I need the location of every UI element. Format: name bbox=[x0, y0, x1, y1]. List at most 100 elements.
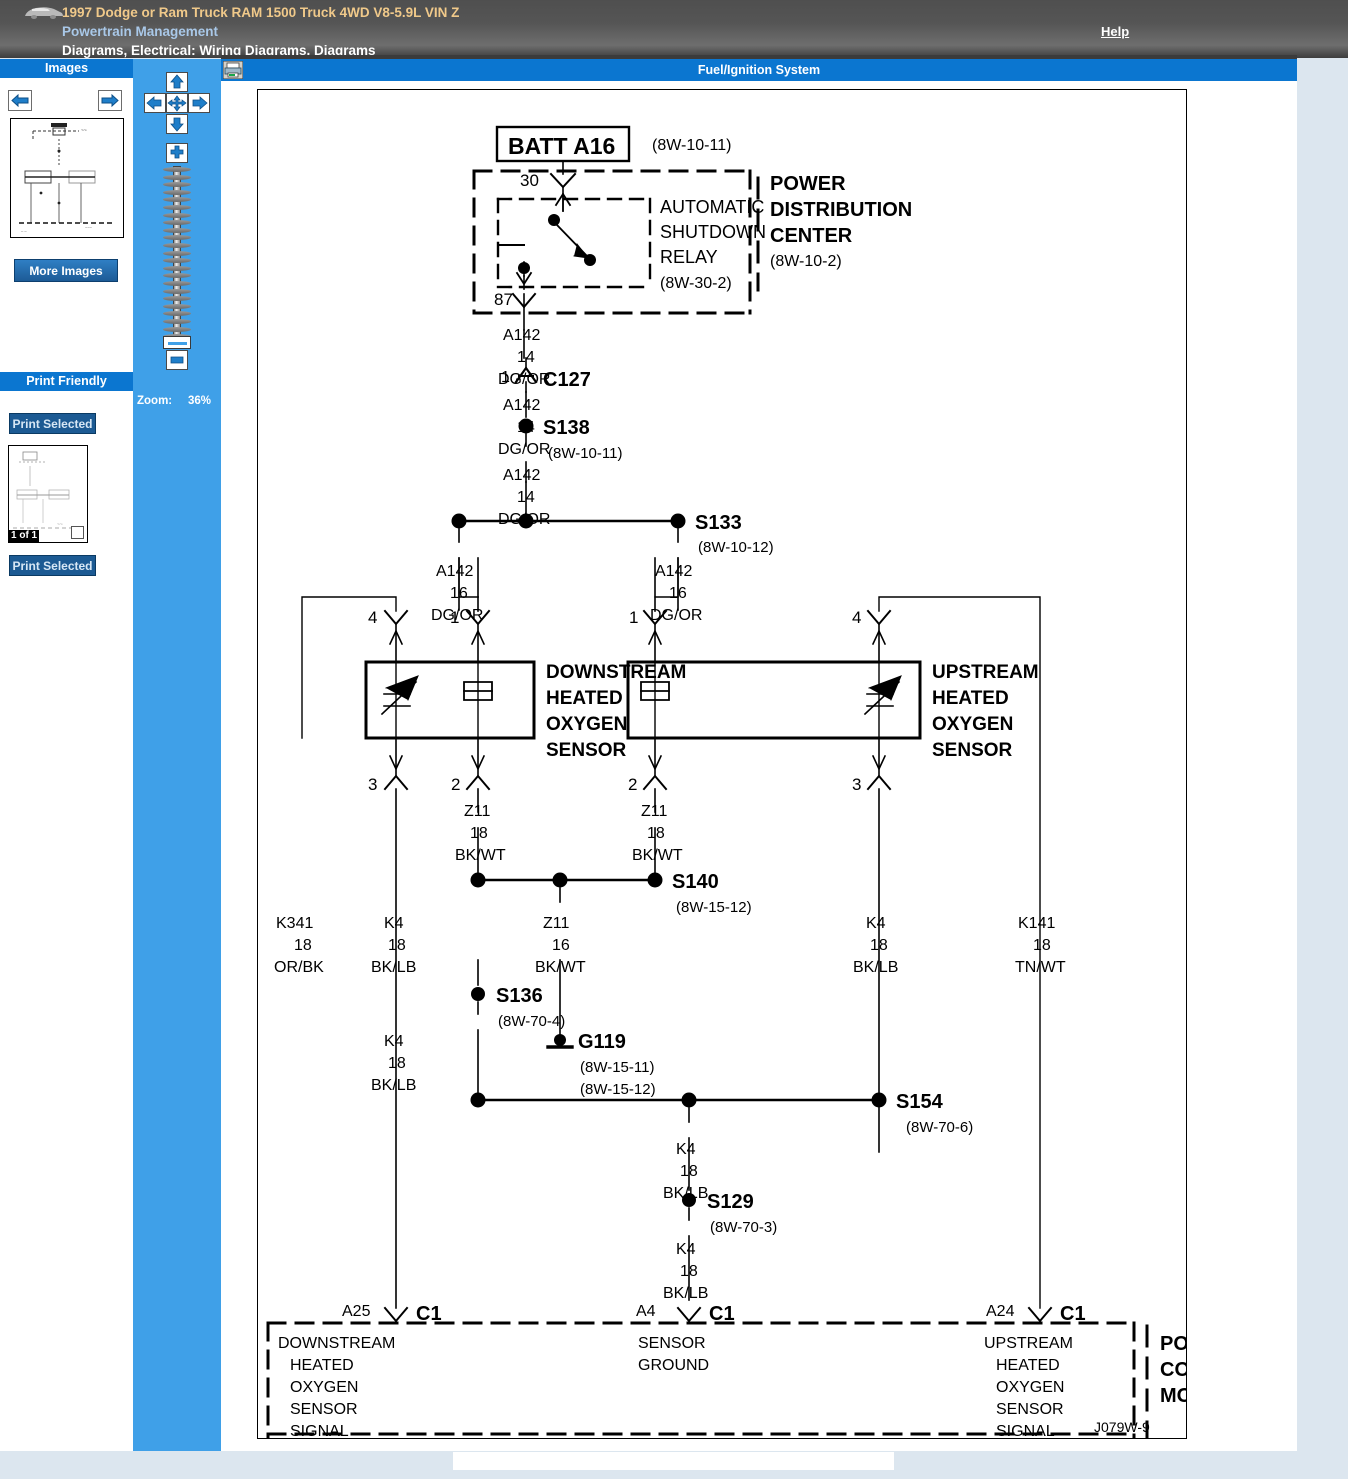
upstream-pin-4: 4 bbox=[852, 608, 861, 627]
wire-15-gauge: 18 bbox=[680, 1263, 698, 1280]
svg-text:_ _: _ _ bbox=[20, 227, 27, 232]
zoom-slider-notch bbox=[163, 174, 191, 180]
zoom-slider-notch bbox=[163, 189, 191, 195]
s129-label: S129 bbox=[707, 1191, 754, 1213]
s154-ref: (8W-70-6) bbox=[906, 1119, 973, 1136]
pan-left-button[interactable] bbox=[144, 93, 166, 113]
s140-label: S140 bbox=[672, 871, 719, 893]
zoom-value: 36% bbox=[188, 395, 212, 407]
zoom-slider-notch bbox=[163, 319, 191, 324]
s136-label: S136 bbox=[496, 985, 543, 1007]
s154-label: S154 bbox=[896, 1091, 944, 1113]
downstream-pin-3: 3 bbox=[368, 775, 377, 794]
svg-text:~~~: ~~~ bbox=[85, 225, 93, 230]
pan-right-button[interactable] bbox=[188, 93, 210, 113]
wire-5-gauge: 16 bbox=[669, 585, 687, 602]
c127-label: C127 bbox=[543, 369, 591, 391]
pcm-conn-c1-a4: C1 bbox=[709, 1303, 735, 1325]
wire-5-color: DG/OR bbox=[650, 607, 702, 624]
wire-14-color: BK/LB bbox=[663, 1185, 708, 1202]
wire-13-color: BK/LB bbox=[371, 1077, 416, 1094]
prev-image-button[interactable] bbox=[8, 90, 32, 111]
batt-ref: (8W-10-11) bbox=[652, 137, 731, 154]
zoom-slider-notch bbox=[163, 288, 191, 294]
wire-9-color: BK/LB bbox=[371, 959, 416, 976]
wire-2-gauge: 14 bbox=[517, 419, 535, 436]
wire-13-gauge: 18 bbox=[388, 1055, 406, 1072]
pan-up-button[interactable] bbox=[166, 72, 188, 92]
down-arrow-icon bbox=[170, 117, 184, 132]
wire-12-gauge: 18 bbox=[1033, 937, 1051, 954]
pcm-a24-line-2: HEATED bbox=[996, 1357, 1060, 1374]
wire-3-color: DG/OR bbox=[498, 511, 550, 528]
diagram-corner-code: J079W-9 bbox=[1094, 1419, 1150, 1435]
diagram-viewer: Fuel/Ignition System BATT A16 (8W-10-11)… bbox=[221, 55, 1297, 1451]
s138-ref: (8W-10-11) bbox=[548, 445, 622, 462]
zoom-slider-notch bbox=[163, 311, 191, 317]
wire-6-gauge: 18 bbox=[470, 825, 488, 842]
pcm-a4-line-2: GROUND bbox=[638, 1357, 709, 1374]
upstream-pin-1: 1 bbox=[629, 608, 638, 627]
wire-8-gauge: 18 bbox=[294, 937, 312, 954]
zoom-slider-notch bbox=[163, 250, 191, 256]
move-icon bbox=[167, 95, 187, 112]
more-images-button[interactable]: More Images bbox=[14, 259, 118, 282]
g119-ref-2: (8W-15-12) bbox=[580, 1081, 656, 1098]
print-thumbnail[interactable]: ~~ 1 of 1 bbox=[8, 445, 88, 543]
help-link[interactable]: Help bbox=[1101, 24, 1129, 39]
zoom-slider-notch bbox=[163, 265, 191, 271]
right-gutter bbox=[1297, 59, 1348, 1451]
zoom-slider-notch bbox=[163, 303, 191, 309]
wire-7-circuit: Z11 bbox=[641, 803, 667, 820]
next-image-button[interactable] bbox=[98, 90, 122, 111]
pdc-line-1: POWER bbox=[770, 173, 846, 195]
pcm-a4-line-1: SENSOR bbox=[638, 1335, 706, 1352]
s133-label: S133 bbox=[695, 512, 742, 534]
plus-icon bbox=[170, 145, 184, 159]
pdc-line-3: CENTER bbox=[770, 225, 853, 247]
zoom-slider-notch bbox=[163, 220, 191, 226]
image-thumbnail[interactable]: ~~ _ _ ~~~ bbox=[10, 118, 124, 238]
thumbnail-preview: ~~ _ _ ~~~ bbox=[11, 119, 123, 237]
pan-down-button[interactable] bbox=[166, 114, 188, 134]
pan-center-button[interactable] bbox=[166, 93, 188, 113]
wire-3-circuit: A142 bbox=[503, 467, 540, 484]
relay-pin-87: 87 bbox=[494, 290, 513, 309]
wire-12-color: TN/WT bbox=[1015, 959, 1066, 976]
print-selected-button-bottom[interactable]: Print Selected bbox=[9, 555, 96, 576]
viewer-title: Fuel/Ignition System bbox=[697, 63, 821, 77]
sidebar: Images ~~ _ _ ~~~ More Images Print Frie… bbox=[0, 59, 133, 1479]
downstream-o2-line-2: HEATED bbox=[546, 688, 623, 709]
pcm-a25-line-2: HEATED bbox=[290, 1357, 354, 1374]
g119-ref-1: (8W-15-11) bbox=[580, 1059, 654, 1076]
left-arrow-icon bbox=[146, 96, 162, 110]
upstream-pin-2: 2 bbox=[628, 775, 637, 794]
pcm-a25-line-4: SENSOR bbox=[290, 1401, 358, 1418]
wire-10-circuit: Z11 bbox=[543, 915, 569, 932]
upstream-o2-line-2: HEATED bbox=[932, 688, 1009, 709]
print-selected-button-top[interactable]: Print Selected bbox=[9, 413, 96, 434]
zoom-in-button[interactable] bbox=[166, 143, 188, 163]
wire-14-gauge: 18 bbox=[680, 1163, 698, 1180]
minus-icon bbox=[170, 356, 184, 364]
wire-15-circuit: K4 bbox=[676, 1241, 696, 1258]
wire-1-gauge: 14 bbox=[517, 349, 535, 366]
pcm-conn-c1-a25: C1 bbox=[416, 1303, 442, 1325]
wire-9-gauge: 18 bbox=[388, 937, 406, 954]
downstream-pin-4: 4 bbox=[368, 608, 377, 627]
pcm-a24-line-3: OXYGEN bbox=[996, 1379, 1064, 1396]
asd-relay-ref: (8W-30-2) bbox=[660, 275, 732, 292]
pcm-a24-line-4: SENSOR bbox=[996, 1401, 1064, 1418]
pcm-a25-line-3: OXYGEN bbox=[290, 1379, 358, 1396]
wiring-diagram[interactable]: BATT A16 (8W-10-11) 30 87 AUTOMATIC SHUT… bbox=[257, 89, 1187, 1439]
left-bottom-fill bbox=[0, 1451, 221, 1479]
wire-7-gauge: 18 bbox=[647, 825, 665, 842]
page-select-checkbox[interactable] bbox=[71, 526, 84, 539]
pcm-a25-line-5: SIGNAL bbox=[290, 1423, 349, 1438]
wire-2-circuit: A142 bbox=[503, 397, 540, 414]
svg-text:~~: ~~ bbox=[81, 128, 87, 134]
downstream-o2-line-1: DOWNSTREAM bbox=[546, 662, 686, 683]
zoom-out-button[interactable] bbox=[166, 350, 188, 370]
wire-13-circuit: K4 bbox=[384, 1033, 404, 1050]
zoom-slider-thumb[interactable] bbox=[163, 336, 191, 349]
